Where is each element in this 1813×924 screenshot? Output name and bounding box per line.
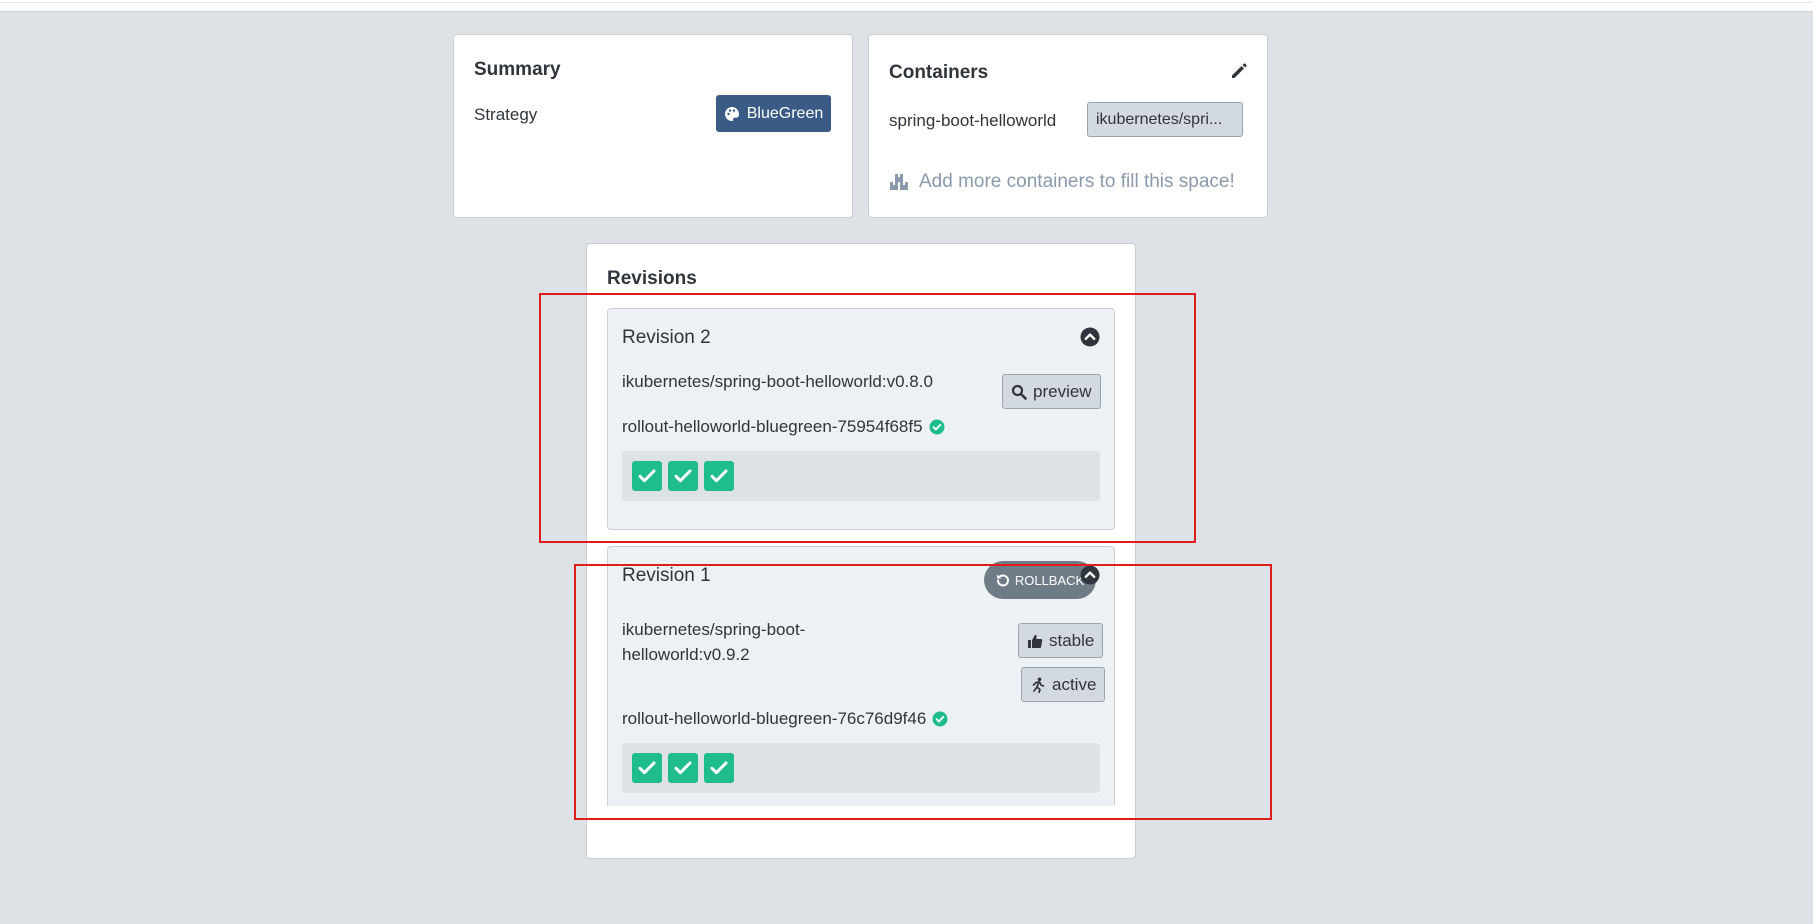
chevron-up-icon[interactable]	[1080, 327, 1100, 347]
running-icon	[1032, 677, 1045, 693]
undo-icon	[996, 574, 1009, 587]
revisions-title: Revisions	[607, 268, 697, 289]
containers-title: Containers	[889, 62, 989, 83]
boxes-icon	[890, 174, 908, 190]
summary-title: Summary	[474, 59, 561, 80]
strategy-label: Strategy	[474, 105, 538, 124]
add-more-text: Add more containers to fill this space!	[919, 171, 1235, 192]
check-icon	[638, 469, 656, 483]
pod-status[interactable]	[704, 753, 734, 783]
replicaset-name: rollout-helloworld-bluegreen-75954f68f5	[622, 417, 945, 437]
chevron-up-icon[interactable]	[1080, 565, 1100, 585]
pencil-icon[interactable]	[1229, 61, 1249, 81]
replicaset-label: rollout-helloworld-bluegreen-76c76d9f46	[622, 709, 927, 728]
check-icon	[638, 761, 656, 775]
palette-icon	[724, 106, 739, 121]
replicaset-name: rollout-helloworld-bluegreen-76c76d9f46	[622, 709, 948, 729]
containers-card: Containers spring-boot-helloworld ikuber…	[868, 34, 1268, 218]
check-circle-icon	[932, 711, 948, 727]
strategy-value: BlueGreen	[746, 104, 824, 122]
check-circle-icon	[929, 419, 945, 435]
check-icon	[674, 469, 692, 483]
revision-image-line2: helloworld:v0.9.2	[622, 645, 750, 664]
top-bar	[0, 0, 1813, 12]
check-icon	[710, 469, 728, 483]
container-image-field[interactable]: ikubernetes/spri...	[1087, 102, 1243, 137]
pod-status[interactable]	[704, 461, 734, 491]
summary-card: Summary Strategy BlueGreen	[453, 34, 853, 218]
search-icon	[1011, 384, 1027, 400]
strategy-badge: BlueGreen	[716, 95, 831, 132]
check-icon	[710, 761, 728, 775]
revision-title: Revision 1	[622, 565, 711, 586]
revision-image-line1: ikubernetes/spring-boot-	[622, 620, 806, 639]
preview-button[interactable]: preview	[1002, 374, 1101, 409]
add-more-containers: Add more containers to fill this space!	[889, 171, 1235, 193]
active-label: active	[1052, 674, 1097, 694]
rollback-label: ROLLBACK	[1014, 572, 1085, 588]
active-button[interactable]: active	[1021, 667, 1106, 702]
pod-status[interactable]	[632, 753, 662, 783]
pod-status[interactable]	[668, 753, 698, 783]
pods-row	[622, 451, 1100, 501]
pods-row	[622, 743, 1100, 793]
stable-label: stable	[1049, 630, 1095, 650]
replicaset-label: rollout-helloworld-bluegreen-75954f68f5	[622, 417, 923, 436]
thumbs-up-icon	[1028, 634, 1043, 648]
stable-button[interactable]: stable	[1018, 623, 1104, 658]
preview-label: preview	[1033, 381, 1092, 401]
revision-panel: Revision 1 ROLLBACK ikubernetes/spring-b…	[607, 546, 1115, 806]
container-name: spring-boot-helloworld	[889, 111, 1057, 130]
revision-image: ikubernetes/spring-boot-helloworld:v0.8.…	[622, 372, 933, 391]
revision-panel: Revision 2 ikubernetes/spring-boot-hello…	[607, 308, 1115, 530]
revisions-card: Revisions Revision 2 ikubernetes/spring-…	[586, 243, 1136, 859]
revision-title: Revision 2	[622, 327, 711, 348]
check-icon	[674, 761, 692, 775]
pod-status[interactable]	[632, 461, 662, 491]
revision-image: ikubernetes/spring-boot- helloworld:v0.9…	[622, 617, 805, 667]
pod-status[interactable]	[668, 461, 698, 491]
